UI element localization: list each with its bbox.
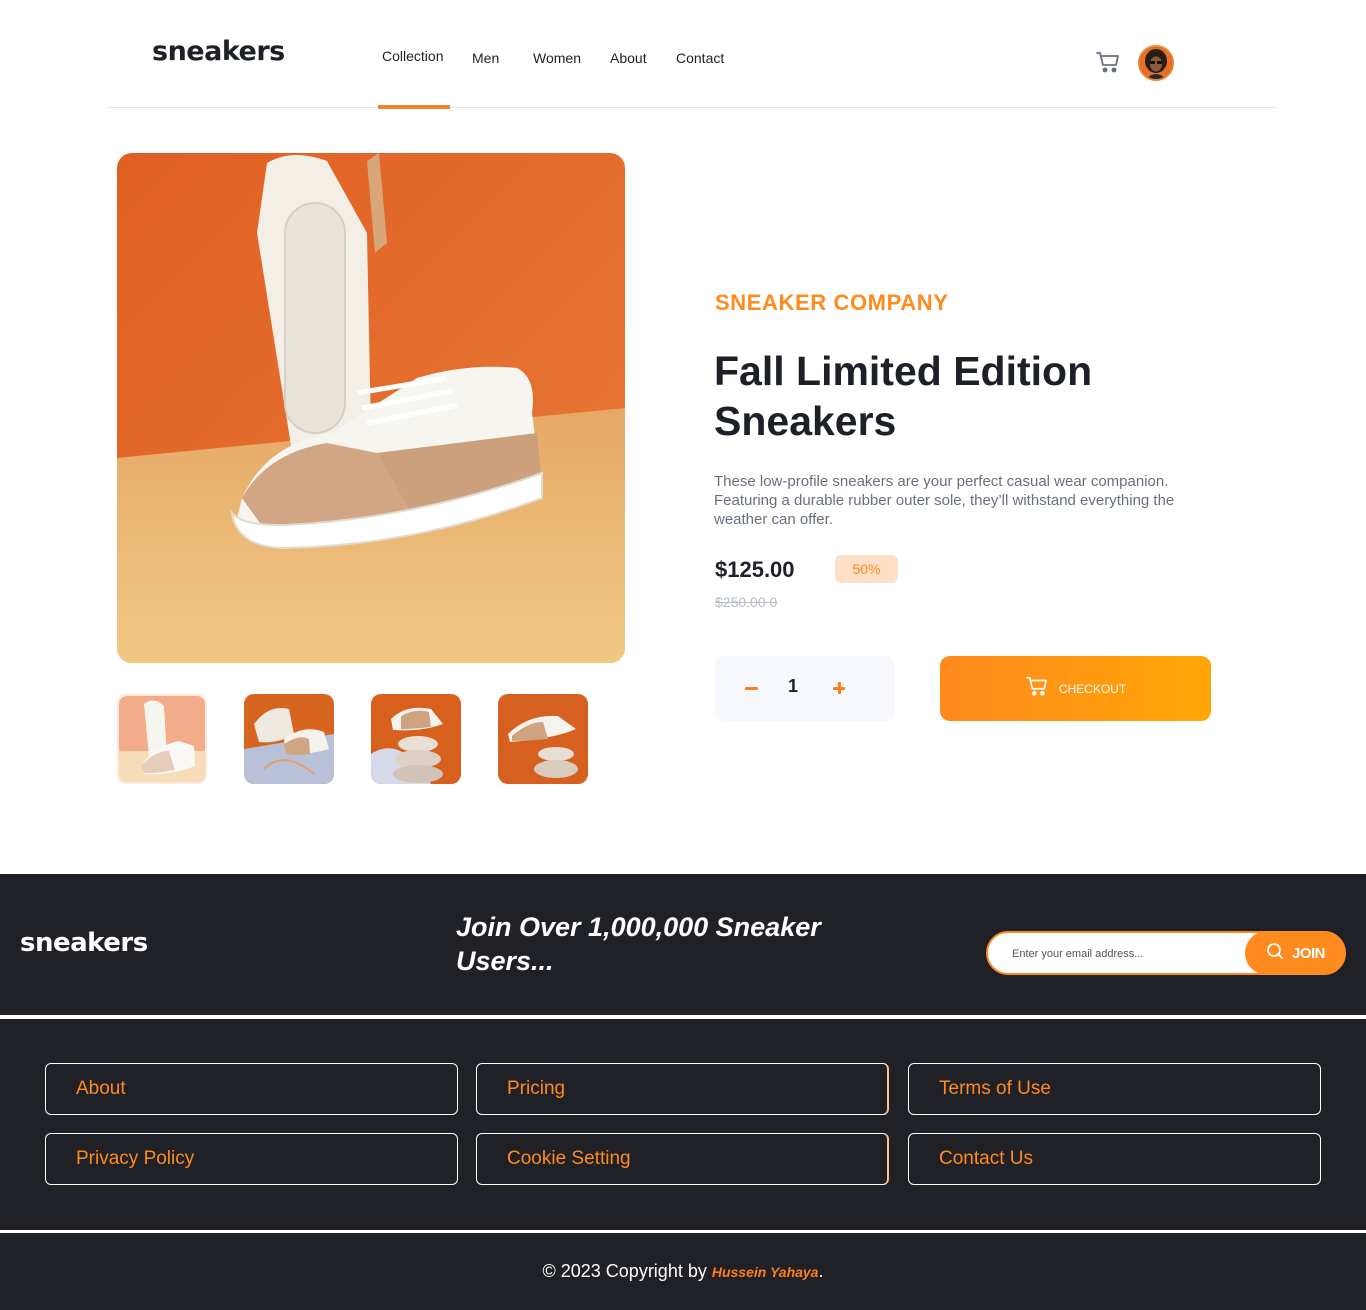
- product-title: Fall Limited Edition Sneakers: [714, 348, 1093, 444]
- original-price: $250.00 0: [715, 594, 778, 610]
- email-input[interactable]: [1012, 944, 1232, 964]
- nav-link-collection[interactable]: Collection: [382, 48, 443, 64]
- footer-link-cookies[interactable]: Cookie Setting: [476, 1133, 889, 1185]
- current-price: $125.00: [715, 557, 795, 582]
- product-main-image[interactable]: [117, 153, 625, 663]
- newsletter-section: sneakers Join Over 1,000,000 Sneaker Use…: [0, 874, 1366, 1016]
- plus-icon[interactable]: [826, 676, 852, 702]
- footer-link-privacy[interactable]: Privacy Policy: [45, 1133, 458, 1185]
- footer-link-label: Cookie Setting: [507, 1148, 631, 1169]
- footer-link-label: Pricing: [507, 1078, 566, 1099]
- thumbnail-2[interactable]: [244, 694, 334, 784]
- join-label: JOIN: [1291, 944, 1326, 962]
- join-button[interactable]: JOIN: [1245, 931, 1346, 975]
- thumbnail-4[interactable]: [498, 694, 588, 784]
- discount-badge: 50%: [835, 555, 898, 583]
- cart-icon: [1025, 675, 1049, 702]
- search-icon: [1266, 942, 1284, 965]
- quantity-stepper: 1: [715, 656, 895, 721]
- footer-link-label: About: [76, 1078, 126, 1099]
- site-logo[interactable]: sneakers: [152, 36, 285, 67]
- email-field: JOIN: [986, 931, 1346, 975]
- thumbnail-1[interactable]: [117, 694, 207, 784]
- newsletter-heading: Join Over 1,000,000 Sneaker Users...: [456, 912, 821, 976]
- user-avatar[interactable]: [1138, 45, 1174, 81]
- author-link[interactable]: Hussein Yahaya: [712, 1264, 819, 1280]
- copyright-suffix: .: [818, 1261, 824, 1281]
- nav-link-about[interactable]: About: [610, 50, 647, 66]
- thumbnail-3[interactable]: [371, 694, 461, 784]
- quantity-value: 1: [787, 676, 798, 696]
- footer-link-label: Terms of Use: [939, 1078, 1051, 1099]
- footer-link-terms[interactable]: Terms of Use: [908, 1063, 1321, 1115]
- nav-link-men[interactable]: Men: [472, 50, 499, 66]
- copyright-text: © 2023 Copyright by Hussein Yahaya.: [0, 1261, 1366, 1282]
- footer-link-label: Contact Us: [939, 1148, 1033, 1169]
- nav-link-women[interactable]: Women: [533, 50, 581, 66]
- footer-link-label: Privacy Policy: [76, 1148, 195, 1169]
- company-name: SNEAKER COMPANY: [715, 290, 949, 315]
- copyright-prefix: © 2023 Copyright by: [542, 1261, 707, 1281]
- minus-icon[interactable]: [739, 676, 765, 702]
- nav-active-indicator: [378, 105, 450, 109]
- cart-icon[interactable]: [1095, 50, 1121, 74]
- footer-link-pricing[interactable]: Pricing: [476, 1063, 889, 1115]
- checkout-label: CHECKOUT: [1058, 681, 1127, 696]
- footer-divider: [0, 1015, 1366, 1018]
- footer-logo[interactable]: sneakers: [20, 928, 148, 958]
- site-header: sneakers Collection Men Women About Cont…: [108, 0, 1276, 109]
- footer-link-about[interactable]: About: [45, 1063, 458, 1115]
- footer-links: About Pricing Terms of Use Privacy Polic…: [0, 1019, 1366, 1230]
- nav-link-contact[interactable]: Contact: [676, 50, 724, 66]
- checkout-button[interactable]: CHECKOUT: [940, 656, 1211, 721]
- footer-link-contact[interactable]: Contact Us: [908, 1133, 1321, 1185]
- product-description: These low-profile sneakers are your perf…: [714, 473, 1175, 528]
- copyright-bar: © 2023 Copyright by Hussein Yahaya.: [0, 1233, 1366, 1310]
